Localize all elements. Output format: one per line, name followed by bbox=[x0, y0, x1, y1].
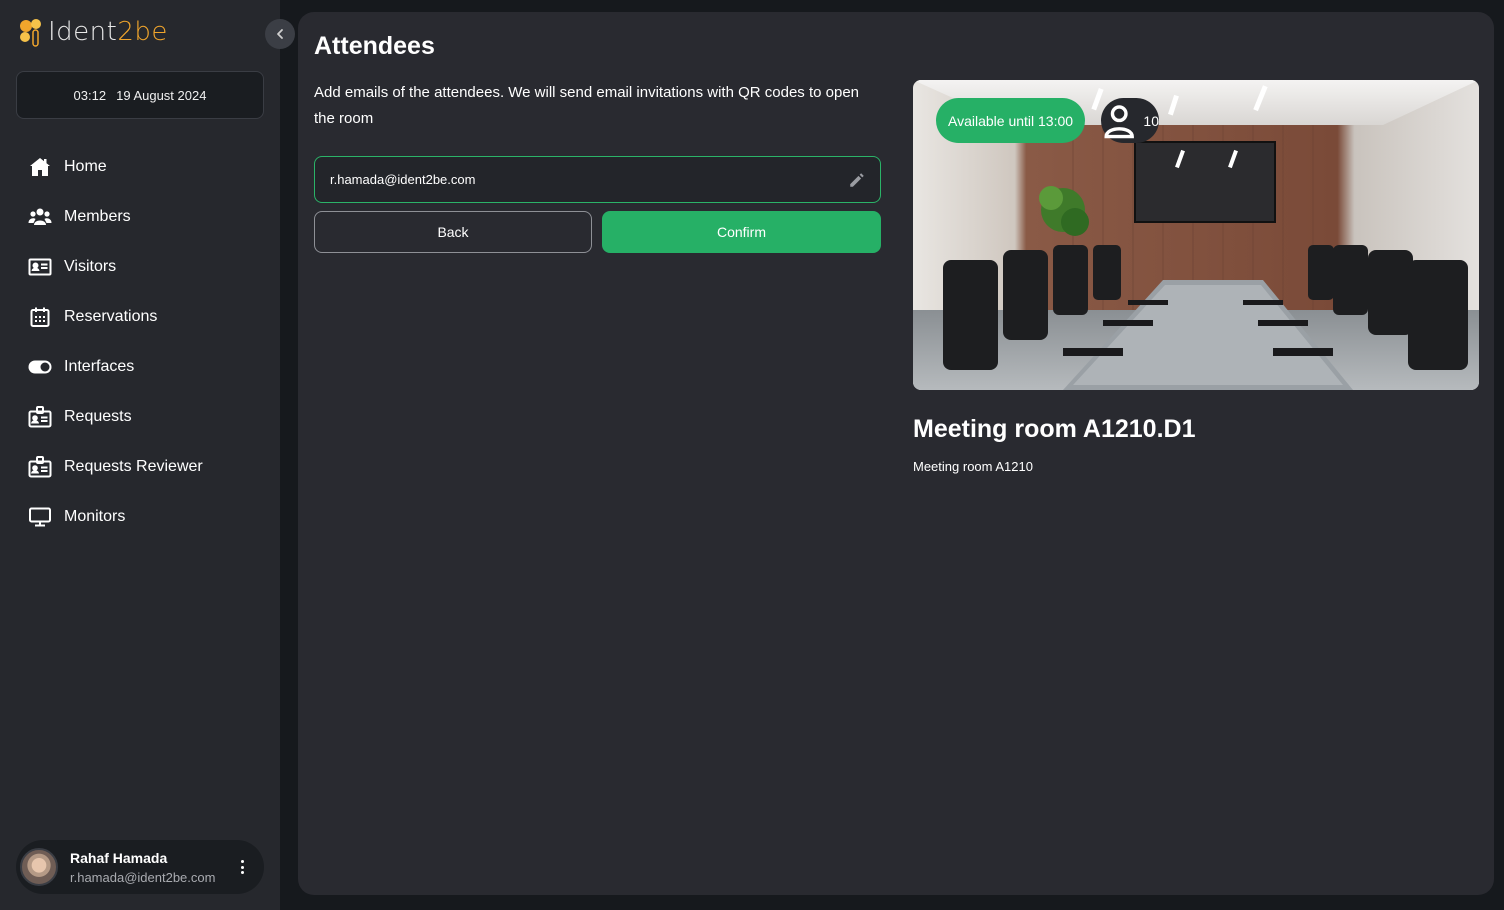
email-field[interactable]: r.hamada@ident2be.com bbox=[314, 156, 881, 203]
badge-icon bbox=[28, 405, 52, 429]
main-panel: Attendees Add emails of the attendees. W… bbox=[298, 12, 1494, 895]
email-value: r.hamada@ident2be.com bbox=[330, 172, 476, 187]
monitor-icon bbox=[28, 505, 52, 529]
avatar bbox=[20, 848, 58, 886]
sidebar-item-label: Requests bbox=[64, 408, 132, 425]
sidebar-item-label: Interfaces bbox=[64, 358, 135, 375]
more-vertical-icon[interactable] bbox=[234, 857, 250, 877]
badge-icon bbox=[28, 455, 52, 479]
sidebar-item-requests-reviewer[interactable]: Requests Reviewer bbox=[0, 442, 280, 492]
logo: Ident2be bbox=[16, 14, 168, 50]
capacity-value: 10 bbox=[1143, 112, 1159, 129]
confirm-button[interactable]: Confirm bbox=[602, 211, 881, 253]
sidebar-item-reservations[interactable]: Reservations bbox=[0, 292, 280, 342]
chevron-left-icon bbox=[277, 29, 283, 39]
back-button[interactable]: Back bbox=[314, 211, 592, 253]
user-card[interactable]: Rahaf Hamada r.hamada@ident2be.com bbox=[16, 840, 264, 894]
app-root: Ident2be 03:12 19 August 2024 Home Membe… bbox=[0, 0, 1504, 910]
sidebar-item-requests[interactable]: Requests bbox=[0, 392, 280, 442]
availability-badge: Available until 13:00 bbox=[936, 98, 1086, 143]
sidebar-item-monitors[interactable]: Monitors bbox=[0, 492, 280, 542]
user-info: Rahaf Hamada r.hamada@ident2be.com bbox=[70, 850, 215, 885]
toggle-icon bbox=[28, 355, 52, 379]
person-icon bbox=[1104, 104, 1134, 138]
room-title: Meeting room A1210.D1 bbox=[913, 415, 1196, 443]
logo-text: Ident2be bbox=[48, 17, 168, 47]
sidebar-item-members[interactable]: Members bbox=[0, 192, 280, 242]
calendar-icon bbox=[28, 305, 52, 329]
datetime-display: 03:12 19 August 2024 bbox=[16, 71, 264, 119]
users-icon bbox=[28, 205, 52, 229]
sidebar-item-label: Visitors bbox=[64, 258, 117, 275]
sidebar-item-home[interactable]: Home bbox=[0, 142, 280, 192]
room-image: Available until 13:00 10 bbox=[913, 80, 1479, 390]
sidebar-item-label: Members bbox=[64, 208, 131, 225]
page-description: Add emails of the attendees. We will sen… bbox=[314, 84, 860, 127]
collapse-sidebar-button[interactable] bbox=[265, 19, 295, 49]
user-email: r.hamada@ident2be.com bbox=[70, 869, 216, 885]
logo-text-accent: 2be bbox=[117, 17, 168, 47]
sidebar-item-interfaces[interactable]: Interfaces bbox=[0, 342, 280, 392]
sidebar-item-visitors[interactable]: Visitors bbox=[0, 242, 280, 292]
sidebar-item-label: Requests Reviewer bbox=[64, 458, 203, 475]
logo-icon bbox=[20, 19, 41, 47]
room-subtitle: Meeting room A1210 bbox=[913, 459, 1033, 474]
sidebar: Ident2be 03:12 19 August 2024 Home Membe… bbox=[0, 0, 280, 910]
edit-icon[interactable] bbox=[848, 171, 866, 189]
sidebar-item-label: Monitors bbox=[64, 508, 126, 525]
sidebar-item-label: Home bbox=[64, 158, 107, 175]
id-card-icon bbox=[28, 255, 52, 279]
capacity-badge: 10 bbox=[1101, 98, 1159, 143]
sidebar-item-label: Reservations bbox=[64, 308, 158, 325]
home-icon bbox=[28, 155, 52, 179]
current-time: 03:12 bbox=[73, 87, 107, 103]
user-name: Rahaf Hamada bbox=[70, 849, 168, 866]
logo-text-primary: Ident bbox=[48, 17, 118, 47]
page-title: Attendees bbox=[314, 32, 435, 60]
current-date: 19 August 2024 bbox=[116, 87, 207, 103]
sidebar-nav: Home Members Visitors Reservations Inter… bbox=[0, 142, 280, 542]
